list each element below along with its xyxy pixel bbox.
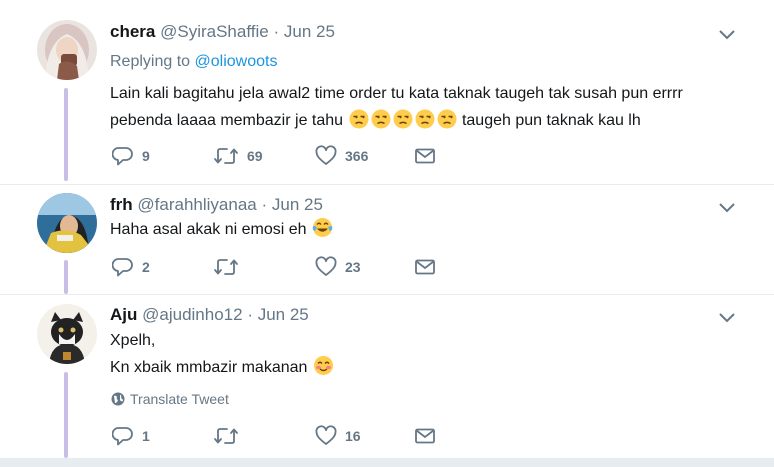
tweet-text-line-1: Xpelh, <box>110 332 156 349</box>
globe-icon <box>111 392 125 406</box>
tweet-date[interactable]: Jun 25 <box>272 195 323 214</box>
tweet-text: Haha asal akak ni emosi eh <box>110 216 334 247</box>
tweet-text-line-2b: taugeh pun taknak kau lh <box>461 112 641 129</box>
tweet-text-line-2a: pebenda laaaa membazir je tahu <box>110 112 344 129</box>
chevron-down-icon[interactable] <box>718 311 736 323</box>
display-name[interactable]: Aju <box>110 305 137 324</box>
unamused-face-icon <box>349 109 369 138</box>
retweet-button[interactable] <box>213 425 247 447</box>
like-count: 16 <box>345 428 361 444</box>
envelope-icon <box>415 148 435 164</box>
heart-icon <box>315 425 337 445</box>
user-handle[interactable]: @farahhliyanaa <box>137 195 256 214</box>
translate-tweet-link[interactable]: Translate Tweet <box>111 391 229 407</box>
unamused-face-icon <box>437 109 457 138</box>
replying-to-handle-link[interactable]: @oliowoots <box>195 53 278 70</box>
like-button[interactable]: 16 <box>315 425 361 447</box>
user-handle[interactable]: @ajudinho12 <box>142 305 242 324</box>
retweet-button[interactable] <box>213 256 247 278</box>
avatar[interactable] <box>37 193 97 253</box>
tweet-date[interactable]: Jun 25 <box>258 305 309 324</box>
envelope-icon <box>415 259 435 275</box>
retweet-icon <box>214 148 238 164</box>
unamused-face-icon <box>393 109 413 138</box>
display-name[interactable]: frh <box>110 195 133 214</box>
retweet-count: 69 <box>247 148 263 164</box>
direct-message-button[interactable] <box>414 425 436 447</box>
tweet-text-line-1: Lain kali bagitahu jela awal2 time order… <box>110 85 683 102</box>
reply-count: 9 <box>142 148 150 164</box>
heart-icon <box>315 256 337 276</box>
tweet-date[interactable]: Jun 25 <box>284 22 335 41</box>
reply-button[interactable]: 1 <box>112 425 150 447</box>
display-name[interactable]: chera <box>110 22 155 41</box>
tweet-header: frh @farahhliyanaa · Jun 25 <box>110 195 323 215</box>
avatar[interactable] <box>37 20 97 80</box>
avatar[interactable] <box>37 304 97 364</box>
reply-button[interactable]: 9 <box>112 145 150 167</box>
tweet-text-line-1: Haha asal akak ni emosi eh <box>110 221 307 238</box>
direct-message-button[interactable] <box>414 256 436 278</box>
thread-line <box>64 88 68 181</box>
smiling-face-icon <box>313 355 334 385</box>
separator-dot: · <box>261 195 268 214</box>
reply-icon <box>112 427 133 446</box>
like-button[interactable]: 23 <box>315 256 361 278</box>
chevron-down-icon[interactable] <box>718 201 736 213</box>
reply-count: 2 <box>142 259 150 275</box>
separator-dot: · <box>273 22 280 41</box>
reply-count: 1 <box>142 428 150 444</box>
retweet-button[interactable]: 69 <box>213 145 263 167</box>
heart-icon <box>315 145 337 165</box>
tweet-2[interactable]: frh @farahhliyanaa · Jun 25 Haha asal ak… <box>0 185 774 294</box>
replying-to-label: Replying to <box>110 53 191 70</box>
envelope-icon <box>415 428 435 444</box>
reply-button[interactable]: 2 <box>112 256 150 278</box>
like-count: 366 <box>345 148 369 164</box>
reply-icon <box>112 258 133 277</box>
face-with-tears-of-joy-icon <box>312 217 333 247</box>
tweet-text-line-2: Kn xbaik mmbazir makanan <box>110 359 308 376</box>
like-button[interactable]: 366 <box>315 145 368 167</box>
translate-tweet-label: Translate Tweet <box>130 391 229 407</box>
unamused-face-icon <box>371 109 391 138</box>
tweet-text: Lain kali bagitahu jela awal2 time order… <box>110 80 683 138</box>
separator-dot: · <box>247 305 253 324</box>
tweet-3[interactable]: Aju @ajudinho12 · Jun 25 Xpelh, Kn xbaik… <box>0 295 774 458</box>
tweet-header: chera @SyiraShaffie · Jun 25 <box>110 22 335 42</box>
timeline-bottom-gap <box>0 458 774 467</box>
retweet-icon <box>214 259 238 275</box>
unamused-face-icon <box>415 109 435 138</box>
chevron-down-icon[interactable] <box>718 28 736 40</box>
thread-line <box>64 260 68 294</box>
reply-icon <box>112 147 133 166</box>
direct-message-button[interactable] <box>414 145 436 167</box>
thread-line <box>64 372 68 458</box>
tweet-text: Xpelh, Kn xbaik mmbazir makanan <box>110 327 335 385</box>
tweet-1[interactable]: chera @SyiraShaffie · Jun 25 Replying to… <box>0 0 774 184</box>
like-count: 23 <box>345 259 361 275</box>
retweet-icon <box>214 428 238 444</box>
replying-to: Replying to @oliowoots <box>110 53 277 71</box>
tweet-header: Aju @ajudinho12 · Jun 25 <box>110 305 309 325</box>
user-handle[interactable]: @SyiraShaffie <box>160 22 269 41</box>
